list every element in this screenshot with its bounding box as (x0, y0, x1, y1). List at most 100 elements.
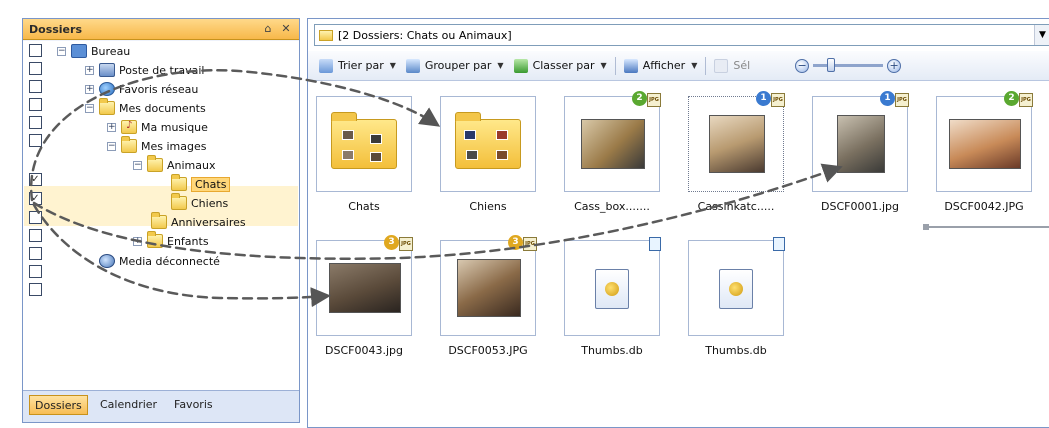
tree-label-poste-de-travail: Poste de travail (119, 63, 205, 77)
tree-item-mes-images[interactable]: − Mes images (107, 136, 206, 156)
address-bar[interactable]: [2 Dossiers: Chats ou Animaux] ▼ (314, 24, 1049, 46)
jpg-badge-icon: JPG (647, 93, 661, 107)
chevron-down-icon: ▼ (497, 61, 504, 70)
checkbox-chats[interactable]: ✓ (29, 192, 42, 205)
group-button[interactable]: Grouper par ▼ (401, 55, 509, 77)
chevron-down-icon[interactable]: ▼ (1034, 25, 1049, 45)
tab-calendrier[interactable]: Calendrier (95, 395, 162, 415)
tree-item-ma-musique[interactable]: + Ma musique (107, 117, 208, 137)
desktop-icon (71, 44, 87, 58)
select-button[interactable]: Sél (709, 55, 755, 77)
zoom-slider[interactable] (813, 58, 884, 72)
zoom-in-icon[interactable]: + (887, 58, 902, 73)
file-name: Thumbs.db (581, 344, 643, 357)
zoom-control: − + (795, 58, 902, 73)
close-icon[interactable]: ✕ (279, 22, 293, 36)
tree-label-bureau: Bureau (91, 44, 131, 58)
database-file-icon (719, 269, 753, 309)
tree-item-animaux[interactable]: − Animaux (133, 155, 216, 175)
classify-button[interactable]: Classer par ▼ (509, 55, 612, 77)
view-button[interactable]: Afficher ▼ (619, 55, 703, 77)
file-name: Chiens (469, 200, 507, 213)
thumbnail: 2 JPG (936, 91, 1033, 192)
tab-dossiers[interactable]: Dossiers (29, 395, 88, 415)
collapse-toggle[interactable]: − (85, 103, 94, 113)
thumbnail (564, 237, 661, 336)
checkbox-ma-musique[interactable] (29, 116, 42, 129)
file-name: Chats (348, 200, 380, 213)
checkbox-enfants[interactable] (29, 247, 42, 260)
file-item-dscf0053[interactable]: 3 JPG DSCF0053.JPG (433, 235, 543, 357)
toolbar: Trier par ▼ Grouper par ▼ Classer par ▼ … (308, 51, 1049, 81)
file-item-cass-box[interactable]: 2 JPG Cass_box....... (557, 91, 667, 213)
file-item-dscf0001[interactable]: 1 JPG DSCF0001.jpg (805, 91, 915, 213)
tree-item-bureau[interactable]: − Bureau (57, 41, 130, 61)
document-badge-icon (773, 237, 785, 251)
checkbox-animaux[interactable]: ✓ (29, 173, 42, 186)
tree-label-mes-documents: Mes documents (119, 101, 206, 115)
collapse-toggle[interactable]: − (133, 160, 142, 170)
classify-icon (513, 58, 528, 73)
select-label: Sél (733, 59, 751, 72)
tree-item-favoris-reseau[interactable]: + Favoris réseau (85, 79, 198, 99)
database-file-icon (595, 269, 629, 309)
zoom-slider-handle[interactable] (827, 58, 836, 72)
collapse-toggle[interactable]: − (107, 141, 116, 151)
tree-label-mes-images: Mes images (141, 139, 207, 153)
file-name: DSCF0053.JPG (448, 344, 528, 357)
checkbox-anniversaires[interactable] (29, 229, 42, 242)
file-item-cassinkatc[interactable]: 1 JPG Cassinkatc..... (681, 91, 791, 213)
badge-count: 2 (632, 91, 647, 106)
checkbox-chiens[interactable] (29, 211, 42, 224)
checkbox-bureau[interactable] (29, 44, 42, 57)
folder-tree: ✓ ✓ − Bureau + Poste de travail + Favori… (23, 41, 299, 390)
zoom-out-icon[interactable]: − (795, 58, 810, 73)
tree-label-media-deconnecte: Media déconnecté (119, 254, 220, 268)
tab-favoris[interactable]: Favoris (169, 395, 218, 415)
file-item-chiens[interactable]: Chiens (433, 96, 543, 213)
file-item-dscf0043[interactable]: 3 JPG DSCF0043.jpg (309, 235, 419, 357)
file-name: DSCF0042.JPG (944, 200, 1024, 213)
expand-toggle[interactable]: + (107, 122, 116, 132)
checkbox-poste-de-travail[interactable] (29, 62, 42, 75)
tree-item-anniversaires[interactable]: Anniversaires (151, 212, 246, 232)
sort-button[interactable]: Trier par ▼ (314, 55, 401, 77)
file-name: Cassinkatc..... (697, 200, 775, 213)
file-item-chats[interactable]: Chats (309, 96, 419, 213)
cat-photo (457, 259, 521, 317)
thumbnail: 3 JPG (316, 235, 413, 336)
badge-count: 3 (508, 235, 523, 250)
tree-item-media-deconnecte[interactable]: Media déconnecté (85, 251, 220, 271)
toolbar-separator (614, 56, 616, 75)
file-name: Cass_box....... (574, 200, 650, 213)
checkbox-favoris-reseau[interactable] (29, 80, 42, 93)
view-label: Afficher (642, 59, 686, 72)
tree-item-chiens[interactable]: Chiens (171, 193, 228, 213)
checkbox-mes-images[interactable] (29, 134, 42, 147)
jpg-badge-icon: JPG (523, 237, 537, 251)
file-item-dscf0042[interactable]: 2 JPG DSCF0042.JPG (929, 91, 1039, 213)
checkbox-empty[interactable] (29, 283, 42, 296)
chevron-down-icon: ▼ (691, 61, 698, 70)
expand-toggle[interactable]: + (85, 84, 94, 94)
folder-icon (99, 98, 115, 115)
checkbox-mes-documents[interactable] (29, 98, 42, 111)
tree-label-chats: Chats (191, 176, 231, 192)
expand-toggle[interactable]: + (85, 65, 94, 75)
expand-toggle[interactable]: + (133, 236, 142, 246)
chevron-down-icon: ▼ (389, 61, 396, 70)
file-item-thumbs-db-2[interactable]: Thumbs.db (681, 237, 791, 357)
folder-icon (331, 112, 397, 169)
file-item-thumbs-db-1[interactable]: Thumbs.db (557, 237, 667, 357)
folders-panel-tabs: Dossiers Calendrier Favoris (23, 390, 299, 422)
collapse-toggle[interactable]: − (57, 46, 66, 56)
cat-photo (837, 115, 885, 173)
tree-item-poste-de-travail[interactable]: + Poste de travail (85, 60, 204, 80)
tree-item-chats[interactable]: Chats (171, 174, 231, 194)
checkbox-media-deconnecte[interactable] (29, 265, 42, 278)
music-folder-icon (121, 120, 137, 134)
tree-item-enfants[interactable]: + Enfants (133, 231, 209, 251)
folder-icon (147, 231, 163, 248)
tree-item-mes-documents[interactable]: − Mes documents (85, 98, 206, 118)
pin-icon[interactable]: ⌂ (261, 22, 275, 36)
